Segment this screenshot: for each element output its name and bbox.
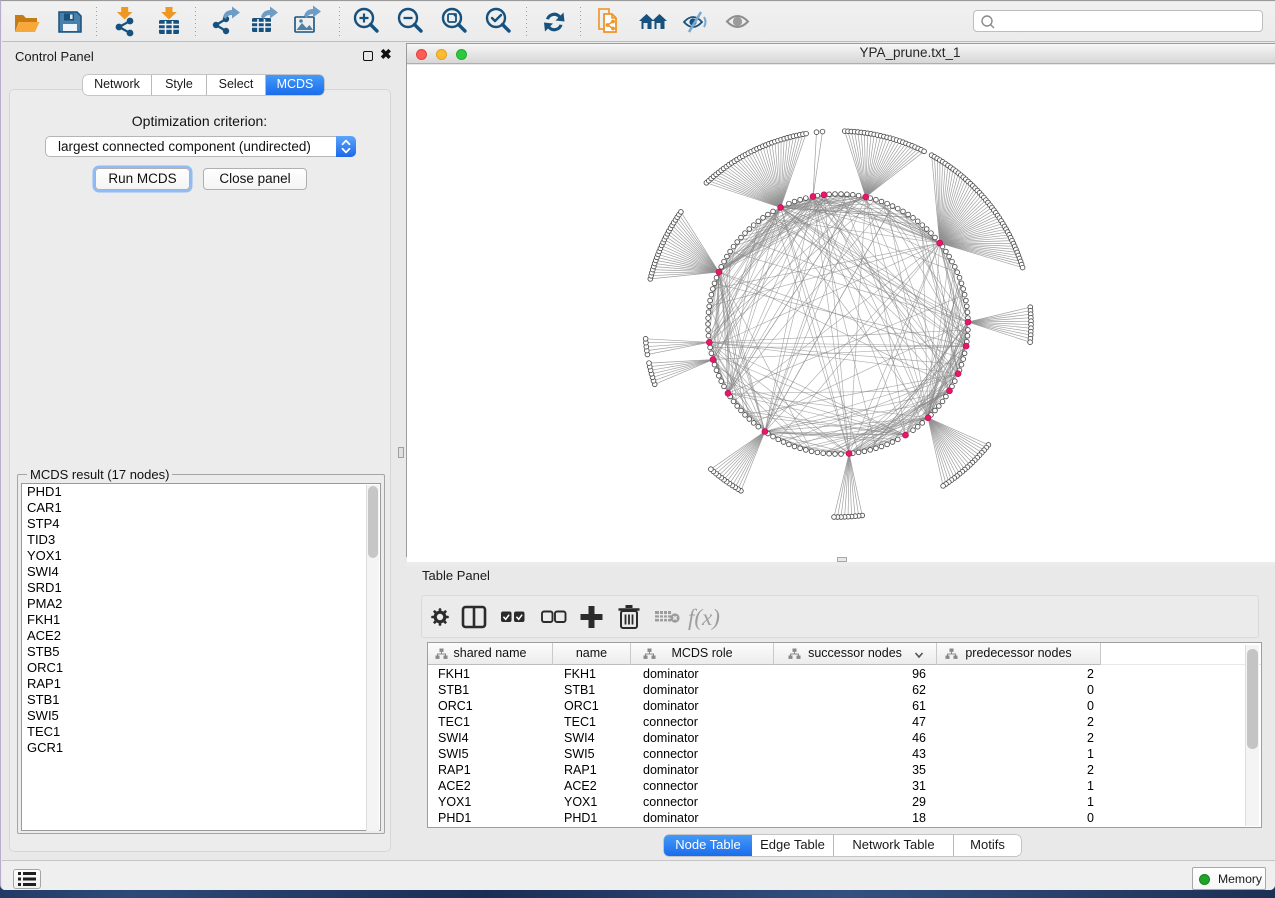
svg-text:f(x): f(x) — [688, 605, 720, 630]
